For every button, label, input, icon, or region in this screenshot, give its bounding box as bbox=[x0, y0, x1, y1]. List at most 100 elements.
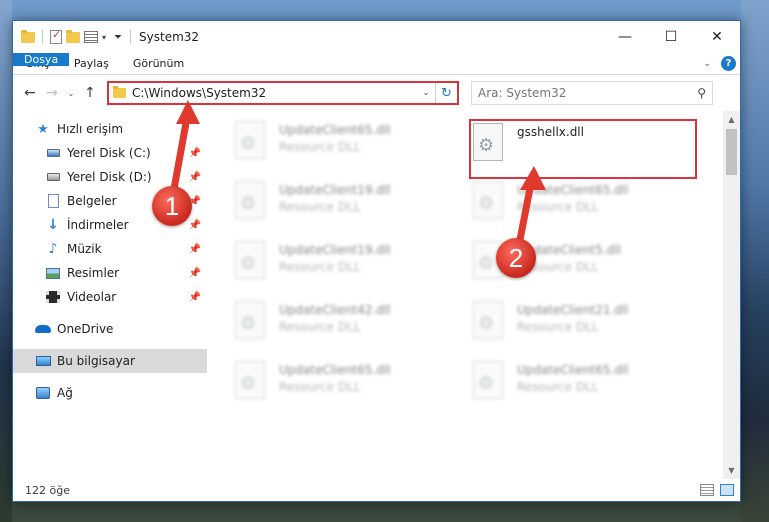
scroll-up-icon[interactable]: ▲ bbox=[723, 111, 740, 128]
nav-label: Yerel Disk (D:) bbox=[67, 170, 152, 184]
file-name: UpdateClient19.dll bbox=[279, 183, 391, 197]
chevron-down-icon[interactable]: ▾ bbox=[102, 33, 106, 42]
tab-file[interactable]: Dosya bbox=[13, 53, 70, 66]
file-item[interactable]: UpdateClient42.dll Resource DLL bbox=[235, 301, 391, 339]
large-icons-view-icon[interactable] bbox=[720, 484, 734, 496]
nav-item-drive-c[interactable]: Yerel Disk (C:) 📌 bbox=[13, 141, 207, 165]
nav-label: Resimler bbox=[67, 266, 120, 280]
dll-file-icon bbox=[473, 361, 503, 399]
chevron-down-icon[interactable]: ⌄ bbox=[417, 88, 435, 98]
dll-file-icon bbox=[235, 241, 265, 279]
pin-icon[interactable]: 📌 bbox=[189, 268, 201, 279]
nav-item-videos[interactable]: Videolar 📌 bbox=[13, 285, 207, 309]
divider bbox=[42, 30, 43, 44]
file-name: UpdateClient19.dll bbox=[279, 243, 391, 257]
recent-locations-button[interactable]: ⌄ bbox=[63, 89, 79, 98]
pin-icon[interactable]: 📌 bbox=[189, 244, 201, 255]
nav-onedrive[interactable]: OneDrive bbox=[13, 317, 207, 341]
file-description: Resource DLL bbox=[279, 320, 361, 334]
file-description: Resource DLL bbox=[517, 380, 599, 394]
step-1-callout: 1 bbox=[152, 186, 192, 226]
search-box[interactable]: ⚲ bbox=[471, 81, 713, 105]
details-view-icon[interactable] bbox=[700, 484, 714, 496]
nav-label: Videolar bbox=[67, 290, 117, 304]
music-icon: ♪ bbox=[48, 241, 58, 257]
address-row: ← → ⌄ ↑ C:\Windows\System32 ⌄ ↻ ⚲ bbox=[13, 75, 740, 111]
item-count: 122 öğe bbox=[25, 483, 70, 497]
tab-share[interactable]: Paylaş bbox=[62, 53, 121, 74]
pin-icon[interactable]: 📌 bbox=[189, 148, 201, 159]
file-item[interactable]: UpdateClient19.dll Resource DLL bbox=[235, 241, 391, 279]
search-input[interactable] bbox=[478, 86, 698, 100]
tab-view[interactable]: Görünüm bbox=[121, 53, 196, 74]
customize-toolbar-icon[interactable]: ⏷ bbox=[114, 32, 122, 43]
expand-ribbon-icon[interactable]: ⌄ bbox=[703, 59, 711, 69]
step-2-callout: 2 bbox=[496, 238, 536, 278]
pin-icon[interactable]: 📌 bbox=[189, 292, 201, 303]
file-name: UpdateClient21.dll bbox=[517, 303, 629, 317]
file-item[interactable]: UpdateClient65.dll Resource DLL bbox=[473, 361, 629, 399]
window-title: System32 bbox=[130, 30, 199, 44]
folder-icon bbox=[21, 29, 35, 43]
file-description: Resource DLL bbox=[279, 200, 361, 214]
file-item[interactable]: UpdateClient65.dll Resource DLL bbox=[235, 361, 391, 399]
pin-icon[interactable]: 📌 bbox=[189, 220, 201, 231]
drive-icon bbox=[46, 149, 60, 157]
minimize-button[interactable]: — bbox=[602, 21, 648, 53]
vertical-scrollbar[interactable]: ▲ ▼ bbox=[723, 111, 740, 479]
maximize-button[interactable]: ☐ bbox=[648, 21, 694, 53]
back-button[interactable]: ← bbox=[19, 85, 41, 101]
refresh-button[interactable]: ↻ bbox=[435, 83, 457, 103]
file-name: UpdateClient42.dll bbox=[279, 303, 391, 317]
address-path[interactable]: C:\Windows\System32 bbox=[132, 86, 417, 100]
nav-label: İndirmeler bbox=[67, 218, 129, 232]
file-item[interactable]: UpdateClient65.dll Resource DLL bbox=[235, 121, 391, 159]
new-folder-icon[interactable] bbox=[66, 29, 80, 43]
file-name: gsshellx.dll bbox=[517, 125, 584, 139]
dll-file-icon bbox=[235, 301, 265, 339]
nav-label: Yerel Disk (C:) bbox=[67, 146, 151, 160]
dll-file-icon bbox=[473, 301, 503, 339]
folder-icon bbox=[113, 86, 126, 98]
nav-this-pc[interactable]: Bu bilgisayar bbox=[13, 349, 207, 373]
file-item[interactable]: UpdateClient65.dll Resource DLL bbox=[473, 181, 629, 219]
file-item[interactable]: UpdateClient21.dll Resource DLL bbox=[473, 301, 629, 339]
nav-label: Bu bilgisayar bbox=[57, 354, 135, 368]
search-icon[interactable]: ⚲ bbox=[697, 86, 706, 100]
file-description: Resource DLL bbox=[517, 200, 599, 214]
downloads-icon: ↓ bbox=[47, 217, 59, 233]
help-icon[interactable]: ? bbox=[721, 56, 736, 71]
dll-file-icon bbox=[473, 123, 503, 161]
documents-icon bbox=[47, 194, 59, 208]
file-description: Resource DLL bbox=[279, 380, 361, 394]
file-description: Resource DLL bbox=[517, 320, 599, 334]
desktop-background-right bbox=[741, 0, 769, 522]
title-bar: ▾ ⏷ System32 — ☐ ✕ bbox=[13, 21, 740, 53]
address-bar[interactable]: C:\Windows\System32 ⌄ ↻ bbox=[107, 81, 459, 105]
forward-button[interactable]: → bbox=[41, 85, 63, 101]
properties-icon[interactable] bbox=[84, 31, 98, 43]
up-button[interactable]: ↑ bbox=[79, 85, 101, 101]
pin-icon[interactable]: 📌 bbox=[189, 172, 201, 183]
nav-label: Belgeler bbox=[67, 194, 117, 208]
dll-file-icon bbox=[235, 121, 265, 159]
nav-label: Müzik bbox=[67, 242, 102, 256]
nav-item-drive-d[interactable]: Yerel Disk (D:) 📌 bbox=[13, 165, 207, 189]
dll-file-icon bbox=[235, 181, 265, 219]
nav-label: OneDrive bbox=[57, 322, 114, 336]
status-bar: 122 öğe bbox=[13, 479, 740, 501]
nav-network[interactable]: Ağ bbox=[13, 381, 207, 405]
file-item-gsshellx[interactable]: gsshellx.dll bbox=[473, 123, 584, 161]
properties-check-icon[interactable] bbox=[50, 28, 62, 44]
scroll-down-icon[interactable]: ▼ bbox=[723, 462, 740, 479]
nav-item-pictures[interactable]: Resimler 📌 bbox=[13, 261, 207, 285]
nav-item-music[interactable]: ♪ Müzik 📌 bbox=[13, 237, 207, 261]
nav-label: Ağ bbox=[57, 386, 73, 400]
nav-quick-access[interactable]: ★ Hızlı erişim bbox=[13, 117, 207, 141]
file-name: UpdateClient65.dll bbox=[279, 363, 391, 377]
scroll-thumb[interactable] bbox=[726, 129, 737, 175]
quick-access-toolbar: ▾ ⏷ bbox=[21, 28, 122, 44]
desktop-background-left bbox=[0, 0, 12, 522]
close-button[interactable]: ✕ bbox=[694, 21, 740, 53]
file-item[interactable]: UpdateClient19.dll Resource DLL bbox=[235, 181, 391, 219]
